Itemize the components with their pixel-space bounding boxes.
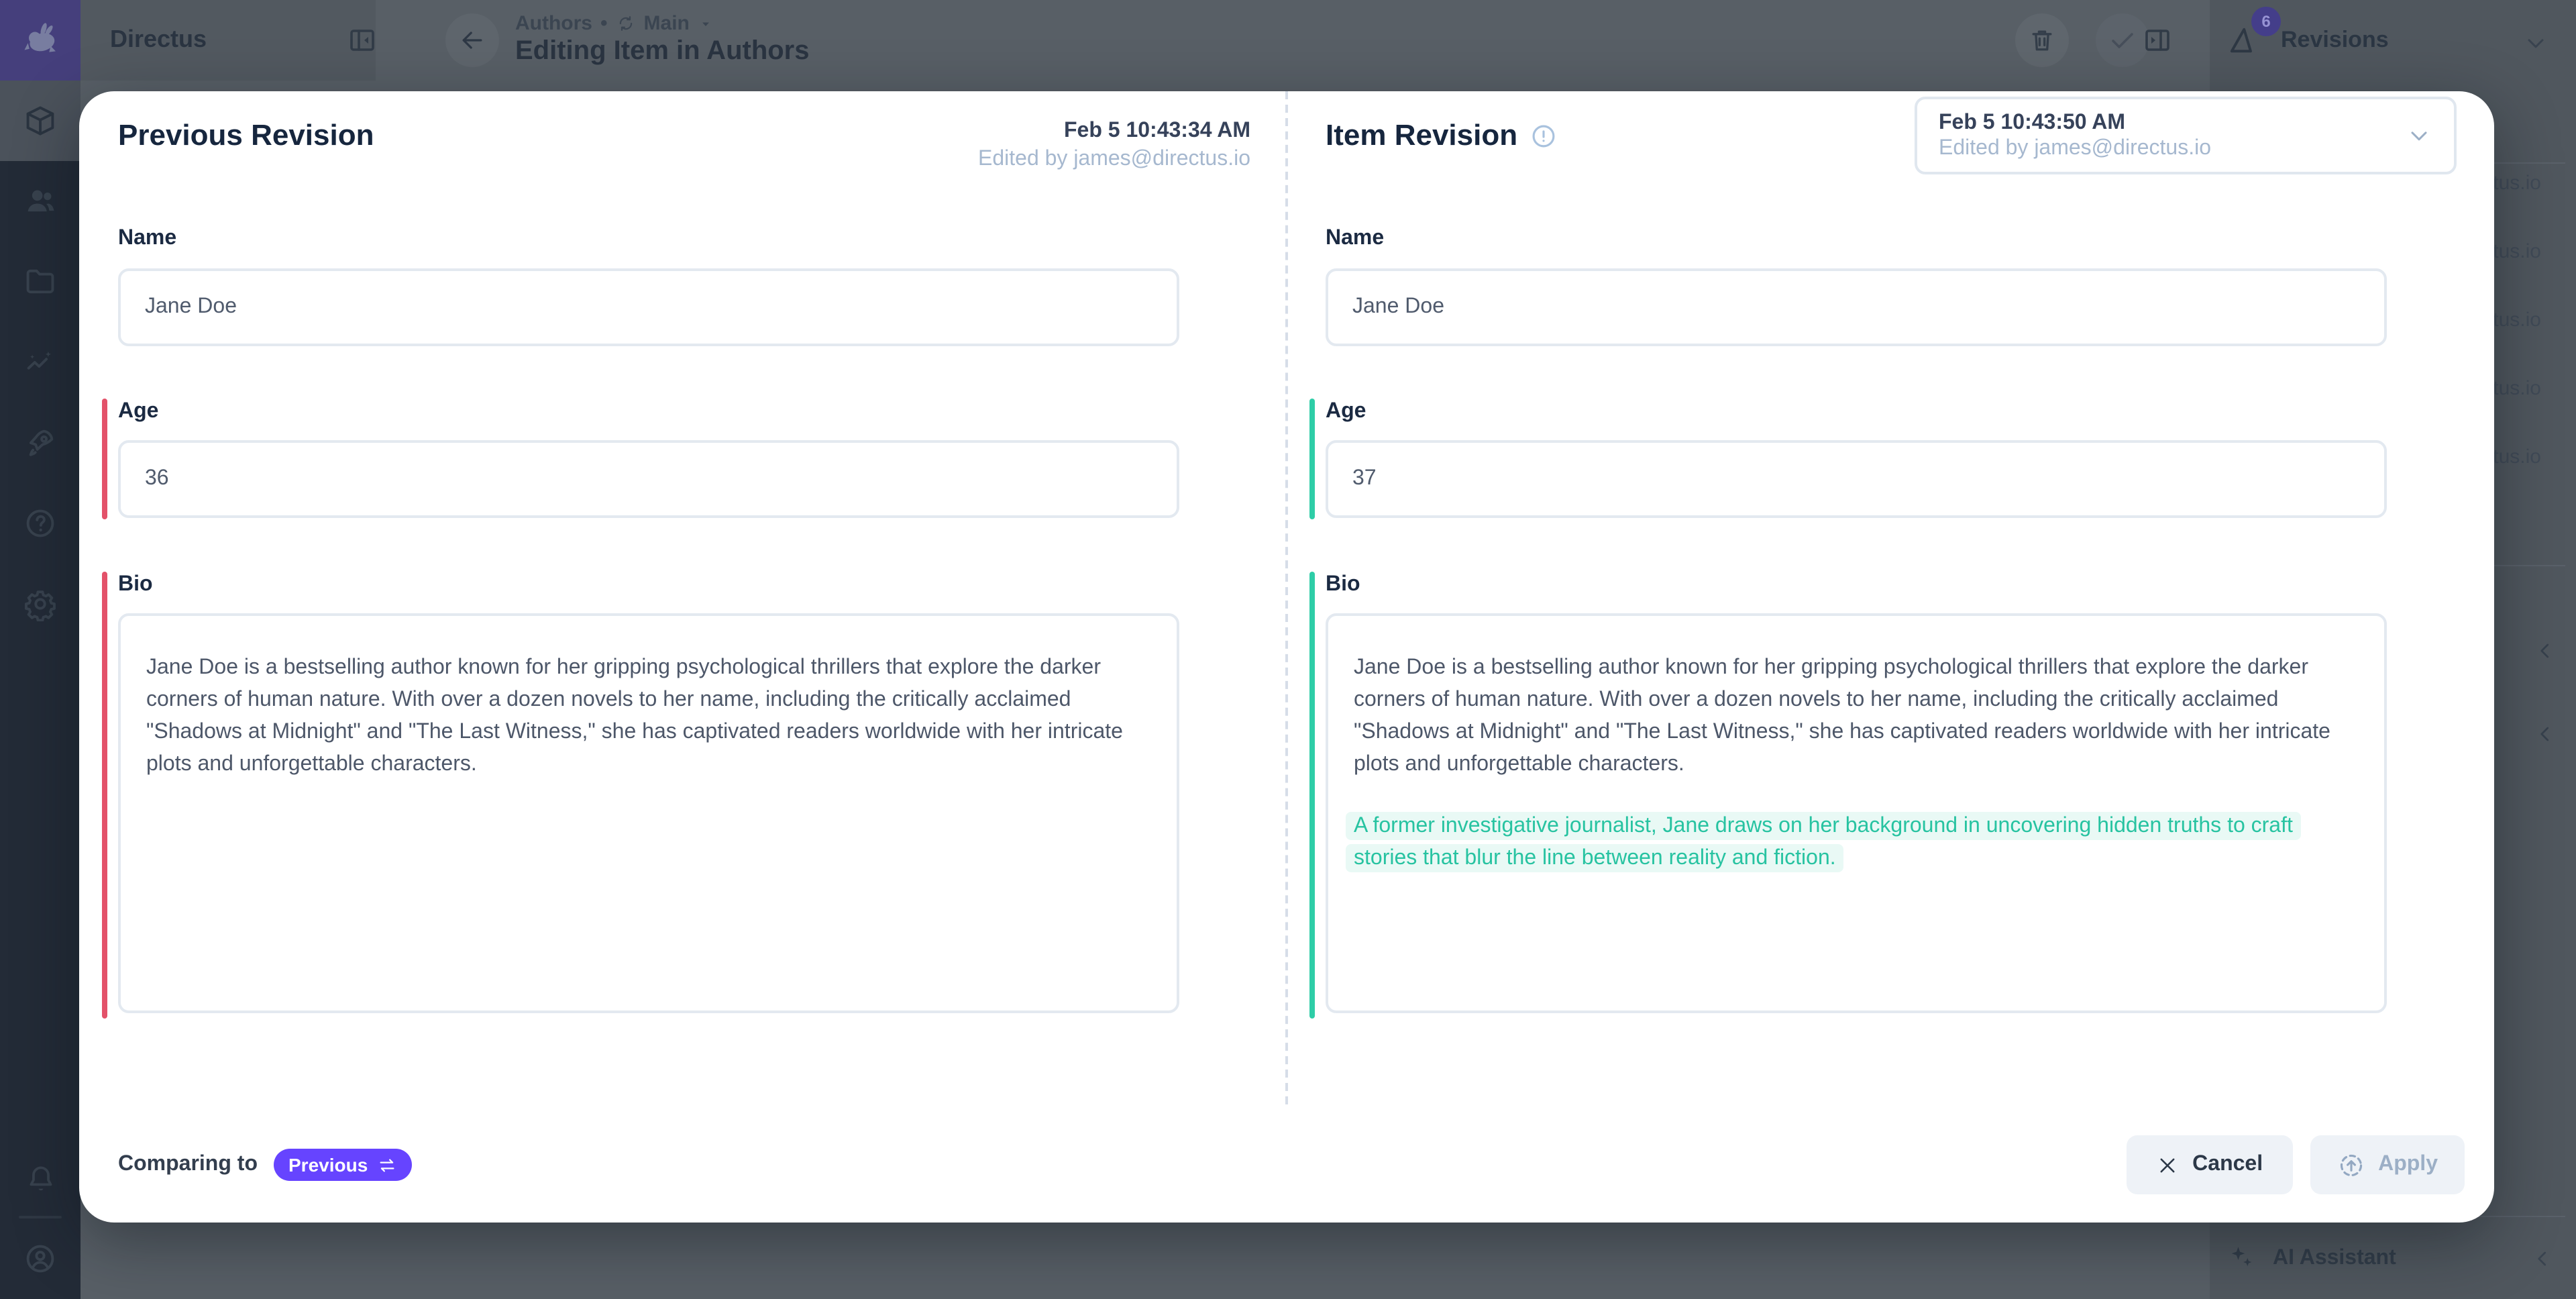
breadcrumb-dot: • <box>600 12 608 35</box>
name-field-label: Name <box>118 227 176 251</box>
revisions-count-badge: 6 <box>2251 7 2281 36</box>
module-content[interactable] <box>0 81 80 161</box>
name-field-input[interactable] <box>118 268 1179 346</box>
back-button[interactable] <box>445 13 499 67</box>
bio-text: Jane Doe is a bestselling author known f… <box>1354 652 2357 781</box>
selector-edited-by: Edited by james@directus.io <box>1939 136 2406 161</box>
previous-revision-edited-by: Edited by james@directus.io <box>978 146 1250 173</box>
bio-field-label: Bio <box>118 573 153 597</box>
arrow-left-icon <box>458 25 487 55</box>
module-insights[interactable] <box>0 322 80 403</box>
diff-removed-bar <box>102 399 107 519</box>
ai-assistant-chevron-left-icon[interactable] <box>2530 1247 2555 1271</box>
revision-compare-drawer: Previous Revision Feb 5 10:43:34 AM Edit… <box>79 91 2494 1223</box>
caret-down-icon <box>698 15 714 32</box>
account-button[interactable] <box>0 1218 80 1299</box>
bell-icon <box>23 1161 57 1195</box>
module-settings[interactable] <box>0 564 80 644</box>
revision-list-item[interactable]: tus.io <box>2493 446 2541 468</box>
age-field-input[interactable] <box>118 440 1179 518</box>
trash-icon <box>2027 25 2057 55</box>
diff-removed-bar <box>102 572 107 1019</box>
bio-field-textarea[interactable]: Jane Doe is a bestselling author known f… <box>1326 613 2387 1013</box>
revision-list-item[interactable]: tus.io <box>2493 309 2541 331</box>
chevron-down-icon <box>2406 122 2432 149</box>
diff-added-bar <box>1309 399 1315 519</box>
ai-assistant-label[interactable]: AI Assistant <box>2273 1247 2396 1271</box>
age-field-label: Age <box>1326 400 1366 424</box>
module-help[interactable] <box>0 483 80 564</box>
section-chevron-left-icon[interactable] <box>2533 639 2557 663</box>
directus-logo[interactable] <box>0 0 80 81</box>
revisions-chevron-down-icon[interactable] <box>2522 30 2549 56</box>
cancel-label: Cancel <box>2192 1153 2263 1177</box>
name-field-input[interactable] <box>1326 268 2387 346</box>
collapse-left-panel-icon[interactable] <box>346 24 378 56</box>
gear-icon <box>23 586 58 621</box>
folder-icon <box>23 264 58 299</box>
collapse-right-panel-icon[interactable] <box>2141 24 2174 56</box>
directus-rabbit-icon <box>17 17 63 63</box>
page-title: Editing Item in Authors <box>515 36 810 67</box>
notifications-button[interactable] <box>0 1138 80 1218</box>
previous-revision-timestamp: Feb 5 10:43:34 AM <box>978 118 1250 145</box>
apply-label: Apply <box>2378 1153 2438 1177</box>
comparing-target-button[interactable]: Previous <box>274 1149 412 1181</box>
item-revision-panel: Item Revision Feb 5 10:43:50 AM Edited b… <box>1287 91 2494 1223</box>
account-circle-icon <box>23 1241 58 1276</box>
cancel-button[interactable]: Cancel <box>2127 1135 2292 1194</box>
module-rocket[interactable] <box>0 403 80 483</box>
bio-added-paragraph: A former investigative journalist, Jane … <box>1354 811 2357 875</box>
name-field-label: Name <box>1326 227 1384 251</box>
users-icon <box>23 184 58 219</box>
diff-added-bar <box>1309 572 1315 1019</box>
revision-selector-dropdown[interactable]: Feb 5 10:43:50 AM Edited by james@direct… <box>1915 97 2457 174</box>
ai-sparkles-icon <box>2227 1243 2257 1279</box>
drawer-footer: Comparing to Previous Cancel Apply <box>118 1135 2465 1194</box>
diff-added-text: A former investigative journalist, Jane … <box>1346 812 2301 872</box>
breadcrumb-collection: Authors <box>515 12 592 35</box>
directus-app: Directus Authors • Main Editing Item in … <box>0 0 2576 1299</box>
previous-revision-meta: Feb 5 10:43:34 AM Edited by james@direct… <box>978 118 1250 173</box>
revision-list-item[interactable]: tus.io <box>2493 240 2541 263</box>
revision-list-item[interactable]: tus.io <box>2493 172 2541 195</box>
rocket-icon <box>23 425 58 460</box>
version-sync-icon <box>616 13 636 34</box>
swap-horizontal-icon <box>377 1155 397 1175</box>
content-cube-icon <box>23 103 58 138</box>
check-icon <box>2106 24 2139 56</box>
apply-upload-icon <box>2337 1151 2365 1179</box>
revisions-sidebar-title[interactable]: Revisions <box>2281 27 2389 54</box>
bio-field-label: Bio <box>1326 573 1360 597</box>
breadcrumb[interactable]: Authors • Main <box>515 12 714 35</box>
previous-revision-title: Previous Revision <box>118 118 374 153</box>
selector-timestamp: Feb 5 10:43:50 AM <box>1939 110 2406 136</box>
age-field-label: Age <box>118 400 158 424</box>
revision-list-item[interactable]: tus.io <box>2493 377 2541 400</box>
section-chevron-left-icon[interactable] <box>2533 722 2557 746</box>
bio-field-textarea[interactable]: Jane Doe is a bestselling author known f… <box>118 613 1179 1013</box>
breadcrumb-version[interactable]: Main <box>644 12 690 35</box>
close-x-icon <box>2156 1153 2179 1176</box>
age-field-input[interactable] <box>1326 440 2387 518</box>
comparing-to-label: Comparing to <box>118 1153 258 1177</box>
item-revision-title-text: Item Revision <box>1326 118 1517 153</box>
bio-text: Jane Doe is a bestselling author known f… <box>146 652 1150 781</box>
previous-revision-panel: Previous Revision Feb 5 10:43:34 AM Edit… <box>79 91 1287 1223</box>
info-icon[interactable] <box>1529 122 1558 150</box>
item-revision-title: Item Revision <box>1326 118 1558 153</box>
module-users[interactable] <box>0 161 80 242</box>
delete-item-button[interactable] <box>2015 13 2069 67</box>
help-icon <box>23 506 58 541</box>
app-title: Directus <box>110 25 207 54</box>
insights-icon <box>23 345 58 380</box>
apply-button[interactable]: Apply <box>2310 1135 2465 1194</box>
comparing-target-value: Previous <box>288 1154 368 1176</box>
module-files[interactable] <box>0 242 80 322</box>
